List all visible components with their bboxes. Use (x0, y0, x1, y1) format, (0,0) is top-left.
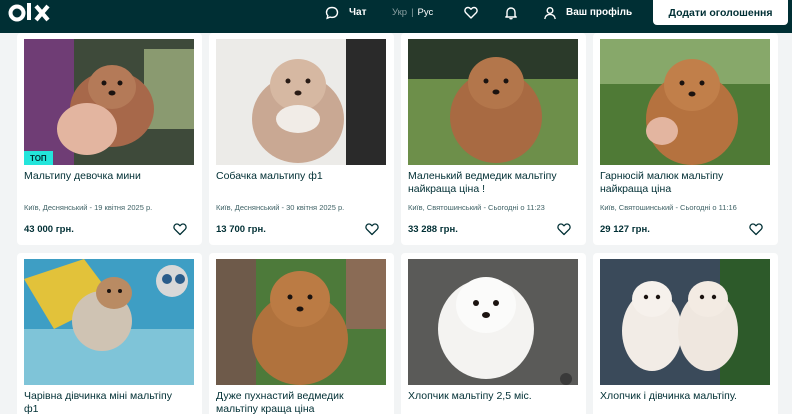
favorite-heart-icon[interactable] (557, 222, 571, 236)
listing-photo[interactable] (24, 259, 194, 385)
listing-location-date: Київ, Святошинський - Сьогодні о 11:23 (408, 203, 545, 212)
profile-link[interactable]: Ваш профіль (542, 0, 632, 25)
listing-location-date: Київ, Святошинський - Сьогодні о 11:16 (600, 203, 737, 212)
favorites-link[interactable] (463, 0, 479, 25)
listing-card[interactable]: ТОП Мальтипу девочка мини Київ, Деснянсь… (17, 33, 202, 245)
favorite-heart-icon[interactable] (749, 222, 763, 236)
listing-title[interactable]: Хлопчик мальтіпу 2,5 міс. (408, 390, 573, 403)
bell-icon (503, 5, 519, 21)
listing-photo[interactable] (216, 259, 386, 385)
listing-card[interactable]: Дуже пухнастий ведмедик мальтіпу краща ц… (209, 253, 394, 414)
listing-location-date: Київ, Деснянський - 30 квітня 2025 р. (216, 203, 345, 212)
user-icon (542, 5, 558, 21)
favorite-heart-icon[interactable] (173, 222, 187, 236)
chat-link[interactable]: Чат (324, 0, 367, 25)
profile-label: Ваш профіль (566, 7, 633, 18)
post-ad-button[interactable]: Додати оголошення (653, 0, 788, 25)
notifications-link[interactable] (503, 0, 519, 25)
listing-photo[interactable] (600, 39, 770, 165)
listing-title[interactable]: Маленький ведмедик мальтіпу найкраща цін… (408, 170, 573, 196)
listing-photo[interactable]: ТОП (24, 39, 194, 165)
listing-title[interactable]: Чарівна дівчинка міні мальтіпу ф1 (24, 390, 189, 414)
listing-title[interactable]: Мальтипу девочка мини (24, 170, 189, 183)
listing-price: 43 000 грн. (24, 224, 74, 235)
top-bar: Чат Укр | Рус Ваш профіль Додати оголоше… (0, 0, 792, 33)
listing-card[interactable]: Маленький ведмедик мальтіпу найкраща цін… (401, 33, 586, 245)
listing-photo[interactable] (408, 39, 578, 165)
chat-icon (324, 5, 340, 21)
listing-title[interactable]: Дуже пухнастий ведмедик мальтіпу краща ц… (216, 390, 381, 414)
listing-photo[interactable] (600, 259, 770, 385)
listing-title[interactable]: Собачка мальтипу ф1 (216, 170, 381, 183)
listing-price: 33 288 грн. (408, 224, 458, 235)
language-switcher[interactable]: Укр | Рус (392, 0, 433, 25)
lang-ukr[interactable]: Укр (392, 7, 407, 18)
listing-card[interactable]: Гарнюсій малюк мальтіпу найкраща ціна Ки… (593, 33, 778, 245)
listing-card[interactable]: Хлопчик і дівчинка мальтіпу. (593, 253, 778, 414)
listing-card[interactable]: Чарівна дівчинка міні мальтіпу ф1 (17, 253, 202, 414)
listing-title[interactable]: Хлопчик і дівчинка мальтіпу. (600, 390, 765, 403)
heart-icon (463, 5, 479, 21)
listing-card[interactable]: Хлопчик мальтіпу 2,5 міс. (401, 253, 586, 414)
top-badge: ТОП (24, 151, 53, 165)
listing-price: 13 700 грн. (216, 224, 266, 235)
favorite-heart-icon[interactable] (365, 222, 379, 236)
olx-logo[interactable] (6, 1, 54, 27)
lang-rus[interactable]: Рус (418, 7, 434, 18)
listing-photo[interactable] (216, 39, 386, 165)
listing-price: 29 127 грн. (600, 224, 650, 235)
listing-location-date: Київ, Деснянський - 19 квітня 2025 р. (24, 203, 153, 212)
listing-photo[interactable] (408, 259, 578, 385)
chat-label: Чат (349, 7, 367, 18)
listing-title[interactable]: Гарнюсій малюк мальтіпу найкраща ціна (600, 170, 765, 196)
listing-card[interactable]: Собачка мальтипу ф1 Київ, Деснянський - … (209, 33, 394, 245)
